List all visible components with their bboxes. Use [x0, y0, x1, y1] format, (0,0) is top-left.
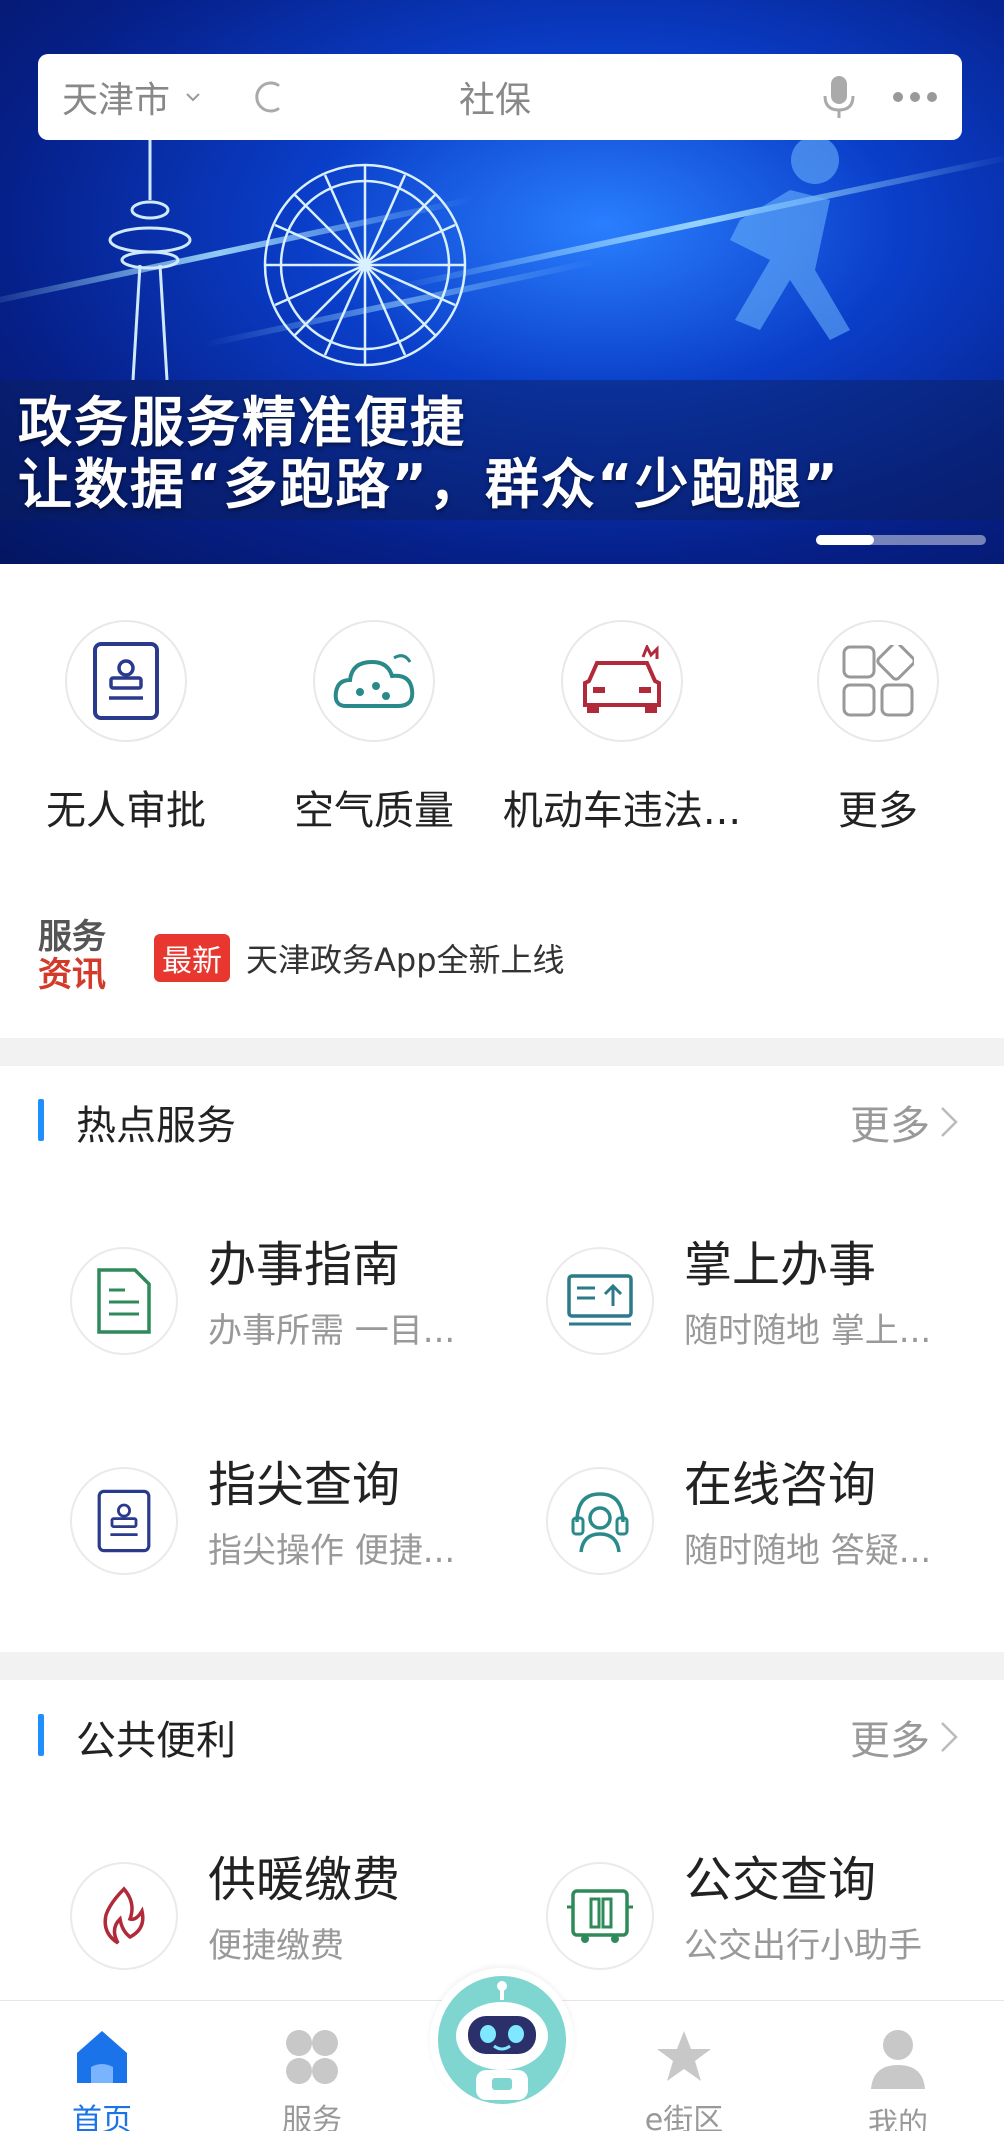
quick-action-more[interactable]: 更多	[752, 620, 1004, 836]
card-subtitle: 便捷缴费	[208, 1926, 344, 1966]
car-icon	[583, 645, 661, 713]
stamp-icon	[93, 642, 159, 720]
bus-icon	[567, 1889, 633, 1943]
card-subtitle: 随时随地 答疑...	[684, 1531, 932, 1571]
news-headline[interactable]: 天津政务App全新上线	[246, 935, 565, 981]
tab-label: 首页	[72, 2103, 132, 2131]
loading-icon	[255, 81, 280, 113]
section-divider	[0, 1038, 1004, 1066]
quick-action-label: 机动车违法...	[502, 788, 742, 834]
section-title: 公共便利	[76, 1718, 236, 1764]
quick-action-label: 空气质量	[294, 788, 454, 834]
hot-services-header: 热点服务 更多	[0, 1085, 1004, 1155]
microphone-icon[interactable]	[822, 74, 856, 120]
chevron-right-icon	[941, 1107, 958, 1137]
quick-action-vehicle-violation[interactable]: 机动车违法...	[496, 620, 748, 836]
section-title: 热点服务	[76, 1103, 236, 1149]
quick-actions: 无人审批 空气质量 机动车违法... 更多	[0, 620, 1004, 840]
stamp-icon	[97, 1489, 151, 1553]
card-subtitle: 办事所需 一目...	[208, 1311, 456, 1351]
ferris-wheel-illustration	[263, 163, 467, 367]
tab-label: e街区	[644, 2103, 724, 2131]
card-title: 掌上办事	[684, 1237, 877, 1293]
card-title: 供暖缴费	[208, 1852, 401, 1908]
quick-action-air-quality[interactable]: 空气质量	[248, 620, 500, 836]
latest-badge: 最新	[154, 934, 230, 982]
search-input[interactable]: 社保	[288, 71, 702, 123]
card-subtitle: 公交出行小助手	[684, 1926, 922, 1966]
card-title: 在线咨询	[684, 1457, 877, 1513]
hot-services-more-link[interactable]: 更多	[850, 1093, 958, 1151]
service-card-online-consult[interactable]: 在线咨询 随时随地 答疑...	[514, 1445, 984, 1605]
news-ticker[interactable]: 服务 资讯 最新 天津政务App全新上线	[38, 918, 565, 998]
city-selector[interactable]: 天津市	[62, 71, 170, 123]
tab-profile[interactable]: 我的	[818, 2027, 978, 2131]
quick-action-unmanned-approval[interactable]: 无人审批	[0, 620, 252, 836]
carousel-indicator	[816, 535, 986, 545]
flame-icon	[103, 1886, 145, 1945]
section-divider	[0, 1652, 1004, 1680]
banner-caption: 政务服务精准便捷 让数据“多跑路”，群众“少跑腿”	[18, 392, 840, 516]
service-card-bus-query[interactable]: 公交查询 公交出行小助手	[514, 1840, 984, 2000]
cloud-icon	[333, 654, 415, 708]
chevron-down-icon[interactable]	[184, 88, 202, 106]
tv-tower-illustration	[108, 140, 192, 380]
runner-illustration	[730, 136, 850, 340]
card-subtitle: 随时随地 掌上...	[684, 1311, 932, 1351]
public-services-header: 公共便利 更多	[0, 1700, 1004, 1770]
more-options-icon[interactable]	[892, 91, 938, 103]
tab-services[interactable]: 服务	[232, 2027, 392, 2131]
chevron-right-icon	[941, 1722, 958, 1752]
clover-icon	[286, 2030, 338, 2084]
card-subtitle: 指尖操作 便捷...	[208, 1531, 456, 1571]
banner-line-1: 政务服务精准便捷	[18, 391, 466, 454]
tab-label: 服务	[282, 2103, 342, 2131]
quick-action-label: 无人审批	[46, 788, 206, 834]
assistant-robot-button[interactable]	[430, 1968, 574, 2112]
tab-home[interactable]: 首页	[22, 2027, 182, 2131]
service-news-logo: 服务 资讯	[38, 917, 106, 995]
quick-action-label: 更多	[838, 788, 918, 834]
robot-assistant-icon	[438, 1976, 566, 2104]
star-icon	[657, 2031, 711, 2081]
card-title: 指尖查询	[208, 1457, 401, 1513]
service-card-guide[interactable]: 办事指南 办事所需 一目...	[38, 1225, 508, 1385]
public-services-more-link[interactable]: 更多	[850, 1708, 958, 1766]
search-bar[interactable]: 天津市 社保	[38, 54, 962, 140]
document-icon	[97, 1268, 151, 1334]
user-icon	[871, 2030, 925, 2089]
card-title: 公交查询	[684, 1852, 877, 1908]
headset-icon	[571, 1492, 629, 1553]
tab-label: 我的	[868, 2107, 928, 2131]
grid-icon	[842, 645, 914, 717]
tab-e-block[interactable]: e街区	[604, 2027, 764, 2131]
service-card-mobile-affairs[interactable]: 掌上办事 随时随地 掌上...	[514, 1225, 984, 1385]
service-card-fingertip-query[interactable]: 指尖查询 指尖操作 便捷...	[38, 1445, 508, 1605]
card-title: 办事指南	[208, 1237, 401, 1293]
banner-line-2: 让数据“多跑路”，群众“少跑腿”	[18, 453, 840, 516]
upload-panel-icon	[567, 1274, 633, 1326]
home-icon	[77, 2031, 127, 2083]
